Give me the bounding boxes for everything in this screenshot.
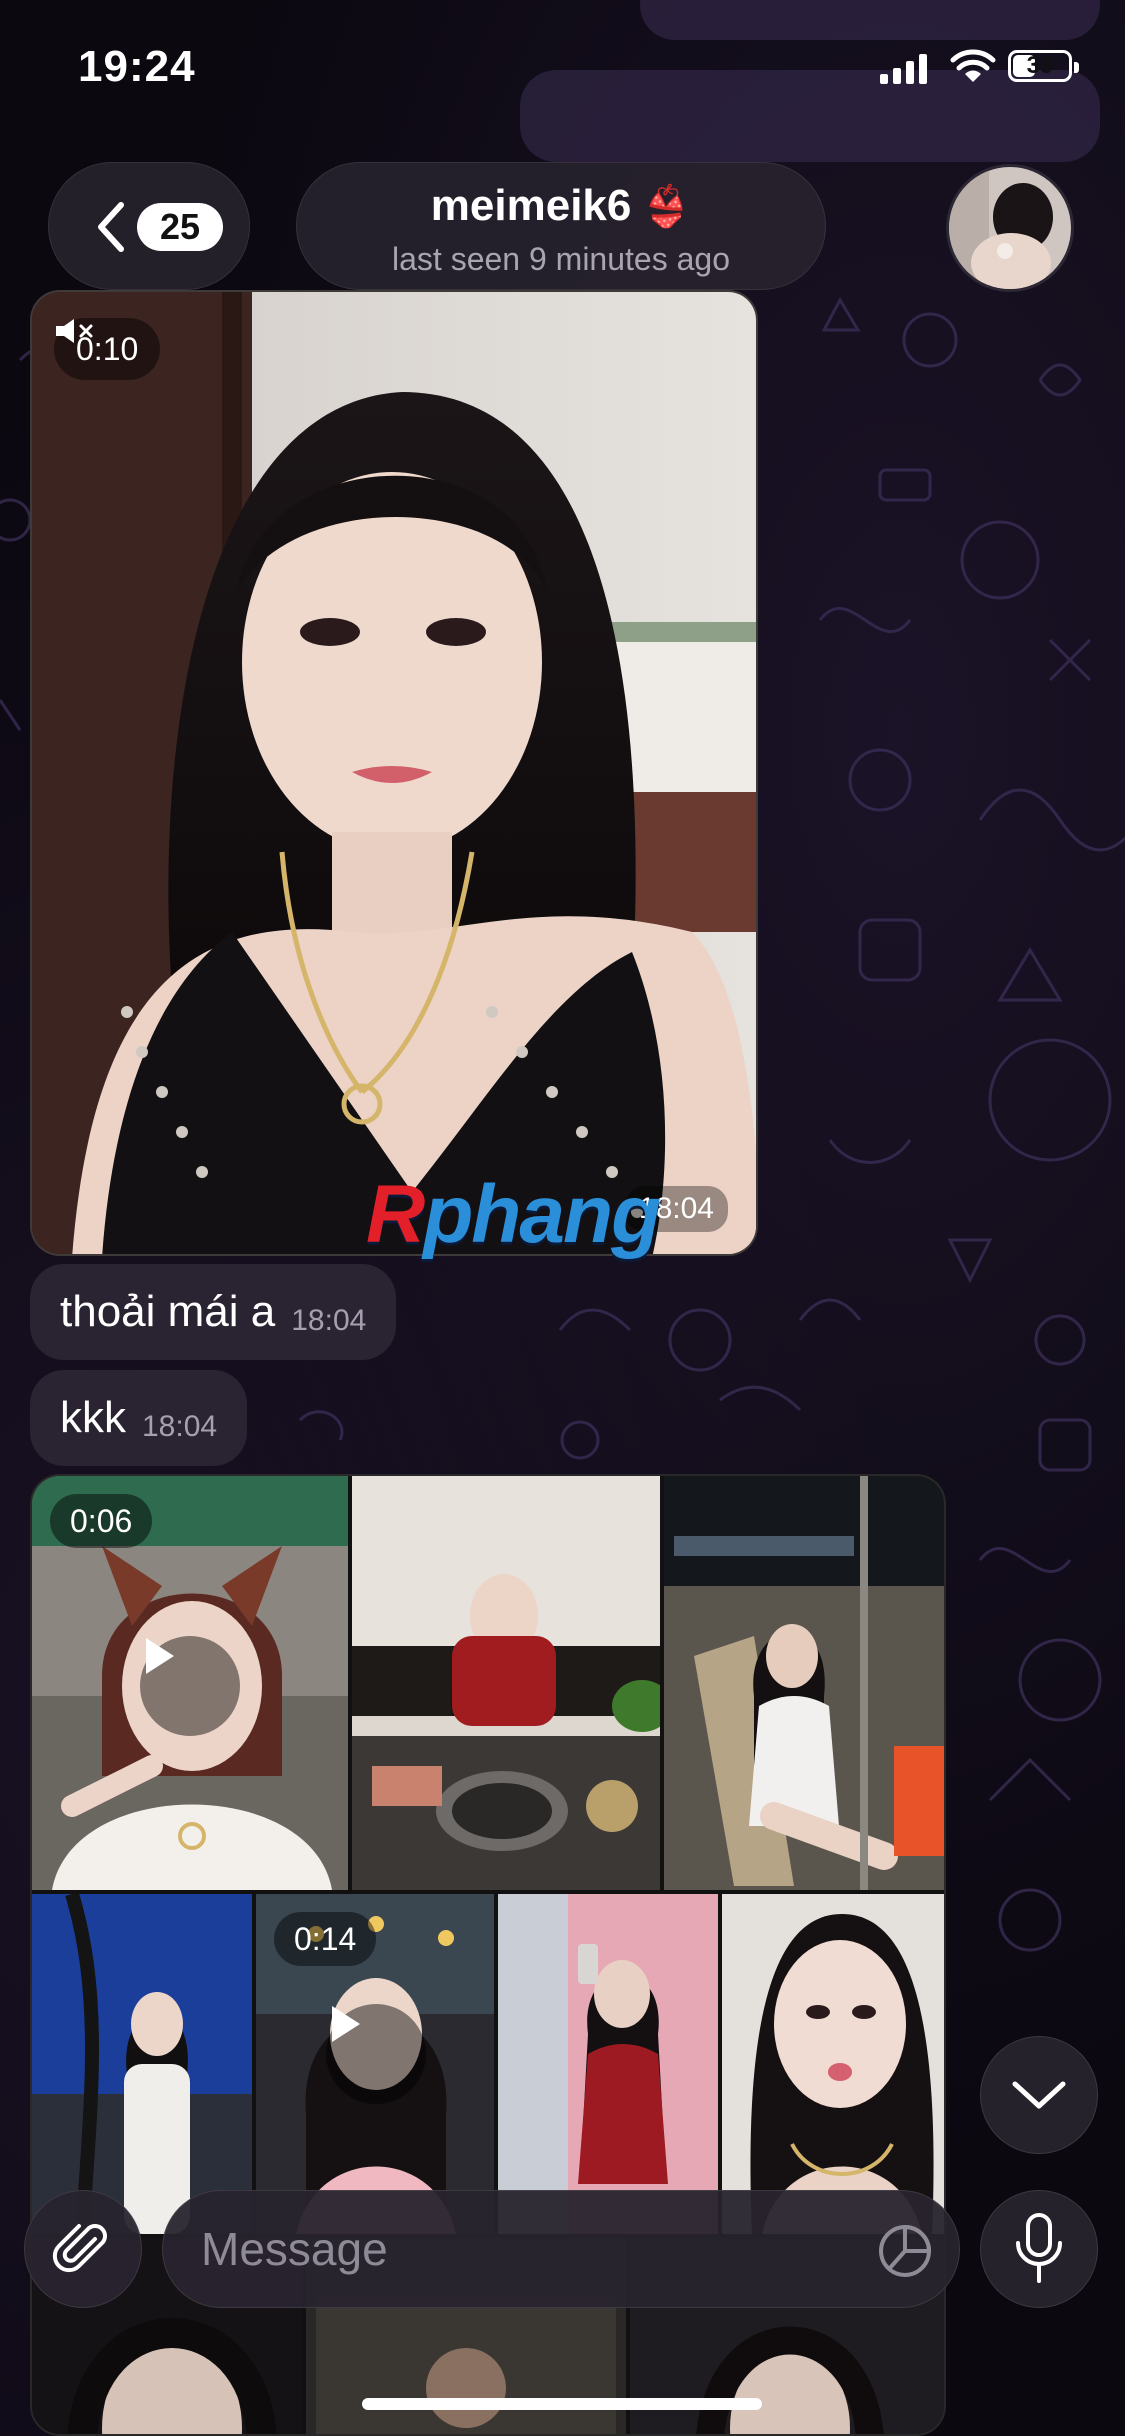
tile-video-duration: 0:14 bbox=[274, 1912, 377, 1966]
tile-video-duration: 0:06 bbox=[50, 1494, 153, 1548]
album-photo-tile[interactable] bbox=[722, 1894, 944, 2234]
home-indicator bbox=[362, 2398, 762, 2410]
message-input[interactable] bbox=[199, 2191, 863, 2307]
video-thumbnail bbox=[32, 292, 756, 1254]
scroll-down-button[interactable] bbox=[980, 2036, 1098, 2154]
chevron-left-icon bbox=[98, 202, 124, 252]
wifi-icon bbox=[950, 49, 996, 82]
last-seen-status: last seen 9 minutes ago bbox=[392, 241, 730, 277]
album-thumbnail bbox=[722, 1894, 944, 2234]
attach-button[interactable] bbox=[24, 2190, 142, 2308]
album-video-tile[interactable]: 0:06 bbox=[32, 1476, 348, 1890]
name-emoji: 👙 bbox=[641, 184, 692, 229]
paperclip-icon bbox=[52, 2224, 107, 2273]
message-input-container bbox=[162, 2190, 960, 2308]
avatar-image bbox=[949, 167, 1071, 289]
watermark-logo: Rphang bbox=[366, 1169, 661, 1260]
video-message[interactable]: 0:10 18:04 bbox=[30, 290, 758, 1256]
play-icon[interactable] bbox=[140, 1636, 240, 1736]
album-thumbnail bbox=[32, 1894, 252, 2234]
chat-name: meimeik6 bbox=[430, 181, 632, 230]
chat-title[interactable]: meimeik6 👙 last seen 9 minutes ago bbox=[296, 162, 826, 290]
play-icon[interactable] bbox=[326, 2004, 426, 2104]
sticker-icon[interactable] bbox=[877, 2223, 933, 2279]
video-duration[interactable]: 0:10 bbox=[54, 318, 161, 380]
message-bubble[interactable]: thoải mái a 18:04 bbox=[30, 1264, 397, 1360]
album-photo-tile[interactable] bbox=[498, 1894, 718, 2234]
chevron-down-icon bbox=[1012, 2081, 1066, 2109]
album-photo-tile[interactable] bbox=[664, 1476, 944, 1890]
album-thumbnail bbox=[498, 1894, 718, 2234]
message-text: thoải mái a bbox=[60, 1287, 276, 1336]
unread-count-badge: 25 bbox=[137, 203, 223, 251]
album-thumbnail bbox=[352, 1476, 660, 1890]
back-button[interactable]: 25 bbox=[48, 162, 250, 290]
message-time: 18:04 bbox=[142, 1410, 218, 1443]
message-text: kkk bbox=[60, 1393, 126, 1442]
message-time: 18:04 bbox=[291, 1304, 367, 1337]
signal-icon bbox=[880, 52, 927, 84]
album-video-tile[interactable]: 0:14 bbox=[256, 1894, 494, 2234]
voice-record-button[interactable] bbox=[980, 2190, 1098, 2308]
avatar[interactable] bbox=[946, 164, 1074, 292]
album-photo-tile[interactable] bbox=[32, 1894, 252, 2234]
muted-speaker-icon bbox=[56, 319, 93, 343]
status-time: 19:24 bbox=[78, 42, 196, 91]
microphone-icon bbox=[1016, 2213, 1062, 2283]
album-thumbnail bbox=[664, 1476, 944, 1890]
album-photo-tile[interactable] bbox=[352, 1476, 660, 1890]
battery-icon: 39 bbox=[1008, 50, 1079, 82]
message-bubble[interactable]: kkk 18:04 bbox=[30, 1370, 248, 1466]
status-bar: 19:24 39 bbox=[0, 0, 1125, 135]
battery-level: 39 bbox=[1026, 52, 1054, 79]
